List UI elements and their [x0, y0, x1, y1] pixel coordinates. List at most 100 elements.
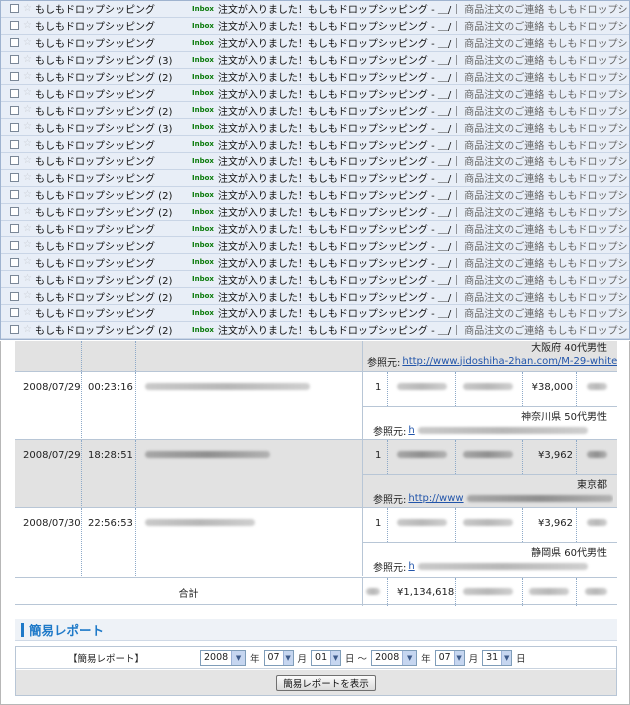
star-icon[interactable]: ☆ — [23, 240, 33, 250]
mail-row[interactable]: ☆ もしもドロップシッピング (2) Inbox 注文が入りました！もしもドロップシッ… — [1, 68, 629, 86]
mail-row[interactable]: ☆ もしもドロップシッピング (2) Inbox 注文が入りました！もしもドロップシッ… — [1, 203, 629, 221]
to-month-select[interactable]: 07 ▼ — [434, 649, 465, 666]
mail-row[interactable]: ☆ もしもドロップシッピング Inbox 注文が入りました！もしもドロップシッピング … — [1, 169, 629, 187]
mail-select-checkbox[interactable] — [10, 88, 19, 98]
mail-select-checkbox[interactable] — [10, 55, 19, 65]
mail-select-checkbox[interactable] — [10, 325, 19, 335]
order-date: 2008/07/29 — [23, 381, 81, 393]
star-icon[interactable]: ☆ — [23, 274, 33, 284]
mail-sender: もしもドロップシッピング (2) — [35, 191, 173, 203]
star-icon[interactable]: ☆ — [23, 139, 33, 149]
mail-row[interactable]: ☆ もしもドロップシッピング Inbox 注文が入りました！もしもドロップシッピング … — [1, 220, 629, 238]
mail-subject: 注文が入りました！もしもドロップシッピング - ＿/｜ — [217, 241, 462, 253]
mail-select-checkbox[interactable] — [10, 291, 19, 301]
mail-select-checkbox[interactable] — [10, 139, 19, 149]
from-year-select[interactable]: 2008 ▼ — [200, 649, 246, 666]
star-icon[interactable]: ☆ — [23, 291, 33, 301]
star-icon[interactable]: ☆ — [23, 257, 33, 267]
mail-select-checkbox[interactable] — [10, 207, 19, 217]
star-icon[interactable]: ☆ — [23, 20, 33, 31]
inbox-label: Inbox — [192, 55, 214, 64]
mail-select-checkbox[interactable] — [10, 21, 19, 31]
order-region: 大阪府 40代男性 — [531, 342, 607, 354]
mail-select-checkbox[interactable] — [10, 156, 19, 166]
report-form-label: 【簡易レポート】 — [67, 653, 144, 665]
mail-subject: 注文が入りました！もしもドロップシッピング - ＿/｜ — [217, 39, 462, 51]
mail-row[interactable]: ☆ もしもドロップシッピング Inbox 注文が入りました！もしもドロップシッピング … — [1, 153, 629, 170]
mail-row[interactable]: ☆ もしもドロップシッピング Inbox 注文が入りました！もしもドロップシッピング … — [1, 136, 629, 154]
mail-row[interactable]: ☆ もしもドロップシッピング Inbox 注文が入りました！もしもドロップシッピング … — [1, 17, 629, 35]
star-icon[interactable]: ☆ — [23, 155, 33, 166]
mail-select-checkbox[interactable] — [10, 257, 19, 267]
mail-row[interactable]: ☆ もしもドロップシッピング Inbox 注文が入りました！もしもドロップシッピング … — [1, 85, 629, 103]
mail-snippet: 商品注文のご連絡 もしもドロップシッピング … — [464, 275, 629, 287]
order-quantity: 1 — [375, 381, 382, 393]
inbox-label: Inbox — [192, 308, 214, 317]
mail-snippet: 商品注文のご連絡 もしもドロップシッピング … — [464, 89, 629, 101]
to-year-select[interactable]: 2008 ▼ — [371, 649, 418, 666]
mail-row[interactable]: ☆ もしもドロップシッピング Inbox 注文が入りました！もしもドロップシッピング … — [1, 1, 629, 18]
referrer-link[interactable]: h — [408, 561, 414, 572]
mail-select-checkbox[interactable] — [10, 173, 19, 183]
star-icon[interactable]: ☆ — [23, 307, 33, 318]
mail-select-checkbox[interactable] — [10, 240, 19, 250]
order-price: ¥3,962 — [538, 449, 573, 461]
mail-subject: 注文が入りました！もしもドロップシッピング - ＿/｜ — [217, 5, 462, 17]
mail-row[interactable]: ☆ もしもドロップシッピング Inbox 注文が入りました！もしもドロップシッピング … — [1, 305, 629, 322]
mail-select-checkbox[interactable] — [10, 4, 19, 14]
mail-select-checkbox[interactable] — [10, 105, 19, 115]
from-month-select[interactable]: 07 ▼ — [263, 649, 294, 666]
mail-sender: もしもドロップシッピング — [35, 258, 155, 270]
mail-snippet: 商品注文のご連絡 もしもドロップシッピング … — [464, 174, 629, 186]
order-date: 2008/07/29 — [23, 449, 81, 461]
referrer-link[interactable]: http://www — [408, 493, 463, 504]
mail-sender: もしもドロップシッピング (2) — [35, 275, 173, 287]
mail-row[interactable]: ☆ もしもドロップシッピング Inbox 注文が入りました！もしもドロップシッピング … — [1, 34, 629, 52]
referrer-label: 参照元: — [373, 562, 407, 574]
mail-select-checkbox[interactable] — [10, 308, 19, 318]
mail-select-checkbox[interactable] — [10, 224, 19, 234]
star-icon[interactable]: ☆ — [23, 37, 33, 48]
mail-subject: 注文が入りました！もしもドロップシッピング - ＿/｜ — [217, 56, 462, 68]
mail-select-checkbox[interactable] — [10, 72, 19, 81]
mail-subject: 注文が入りました！もしもドロップシッピング - ＿/｜ — [217, 106, 462, 118]
mail-row[interactable]: ☆ もしもドロップシッピング (2) Inbox 注文が入りました！もしもドロップシッ… — [1, 288, 629, 306]
mail-snippet: 商品注文のご連絡 もしもドロップシッピング … — [464, 225, 629, 237]
star-icon[interactable]: ☆ — [23, 54, 33, 65]
mail-row[interactable]: ☆ もしもドロップシッピング Inbox 注文が入りました！もしもドロップシッピング … — [1, 254, 629, 272]
star-icon[interactable]: ☆ — [23, 223, 33, 234]
mail-row[interactable]: ☆ もしもドロップシッピング (2) Inbox 注文が入りました！もしもドロップシッ… — [1, 321, 629, 339]
mail-row[interactable]: ☆ もしもドロップシッピング (3) Inbox 注文が入りました！もしもドロップシッ… — [1, 51, 629, 69]
star-icon[interactable]: ☆ — [23, 122, 33, 132]
mail-row[interactable]: ☆ もしもドロップシッピング Inbox 注文が入りました！もしもドロップシッピング … — [1, 237, 629, 255]
star-icon[interactable]: ☆ — [23, 3, 33, 14]
mail-select-checkbox[interactable] — [10, 38, 19, 48]
to-day-select[interactable]: 31 ▼ — [482, 649, 513, 666]
star-icon[interactable]: ☆ — [23, 88, 33, 98]
order-quantity: 1 — [375, 449, 382, 461]
mail-row[interactable]: ☆ もしもドロップシッピング (2) Inbox 注文が入りました！もしもドロップシッ… — [1, 186, 629, 204]
order-price: ¥3,962 — [538, 517, 573, 529]
mail-select-checkbox[interactable] — [10, 274, 19, 284]
mail-row[interactable]: ☆ もしもドロップシッピング (2) Inbox 注文が入りました！もしもドロップシッ… — [1, 102, 629, 120]
star-icon[interactable]: ☆ — [23, 206, 33, 217]
mail-row[interactable]: ☆ もしもドロップシッピング (3) Inbox 注文が入りました！もしもドロップシッ… — [1, 119, 629, 137]
mail-snippet: 商品注文のご連絡 もしもドロップシッピング … — [464, 56, 629, 68]
mail-row[interactable]: ☆ もしもドロップシッピング (2) Inbox 注文が入りました！もしもドロップシッ… — [1, 271, 629, 289]
referrer-link[interactable]: h — [408, 425, 414, 436]
star-icon[interactable]: ☆ — [23, 324, 33, 335]
inbox-label: Inbox — [192, 89, 214, 98]
show-report-button[interactable]: 簡易レポートを表示 — [276, 675, 376, 691]
order-date: 2008/07/30 — [23, 517, 81, 529]
mail-select-checkbox[interactable] — [10, 190, 19, 200]
star-icon[interactable]: ☆ — [23, 105, 33, 115]
mail-sender: もしもドロップシッピング — [35, 5, 155, 17]
star-icon[interactable]: ☆ — [23, 172, 33, 183]
mail-sender: もしもドロップシッピング (2) — [35, 73, 173, 84]
mail-select-checkbox[interactable] — [10, 122, 19, 132]
from-day-select[interactable]: 01 ▼ — [311, 649, 342, 666]
order-quantity: 1 — [375, 517, 382, 529]
star-icon[interactable]: ☆ — [23, 189, 33, 200]
star-icon[interactable]: ☆ — [23, 71, 33, 82]
referrer-link[interactable]: http://www.jidoshiha-2han.com/M-29-white… — [402, 356, 617, 367]
